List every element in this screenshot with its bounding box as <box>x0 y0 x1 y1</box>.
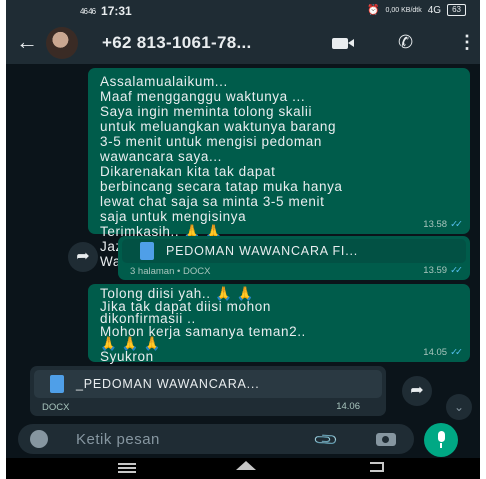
attach-icon[interactable]: 📎 <box>312 426 340 454</box>
document-meta: DOCX <box>42 402 70 413</box>
document-icon <box>140 242 154 260</box>
mic-button[interactable] <box>424 423 458 457</box>
message-time: 13.59 ✓✓ <box>423 265 463 276</box>
clock: 17:31 <box>101 4 132 18</box>
document-bubble-2[interactable]: _PEDOMAN WAWANCARA... DOCX 14.06 <box>30 366 386 416</box>
document-bubble-1[interactable]: PEDOMAN WAWANCARA FI... 3 halaman • DOCX… <box>118 236 470 280</box>
network-speed: 0,00 KB/dtk <box>385 6 422 14</box>
document-icon <box>50 375 64 393</box>
message-input[interactable]: Ketik pesan 📎 <box>18 424 414 454</box>
document-name: PEDOMAN WAWANCARA FI... <box>166 244 359 258</box>
battery-indicator: 63 <box>447 4 466 16</box>
read-ticks-icon: ✓✓ <box>450 265 463 276</box>
message-time: 14.06 <box>336 401 360 412</box>
network-type: 4G <box>427 4 442 16</box>
document-name: _PEDOMAN WAWANCARA... <box>76 377 260 391</box>
chat-header: ← +62 813-1061-78... ✆ ⋮ <box>6 22 480 64</box>
more-vert-icon[interactable]: ⋮ <box>458 32 476 53</box>
message-bubble-1[interactable]: Assalamualaikum... Maaf mengganggu waktu… <box>88 68 470 269</box>
recent-apps-icon[interactable] <box>118 463 136 473</box>
contact-name[interactable]: +62 813-1061-78... <box>102 33 252 53</box>
forward-icon[interactable]: ➦ <box>68 242 98 272</box>
message-time: 14.05 ✓✓ <box>423 347 463 358</box>
system-nav-bar <box>6 458 480 479</box>
alarm-icon: ⏰ <box>367 4 380 16</box>
message-bubble-2[interactable]: Tolong diisi yah.. 🙏 🙏 Jika tak dapat di… <box>88 284 470 364</box>
video-call-icon[interactable] <box>332 38 348 49</box>
document-card[interactable]: _PEDOMAN WAWANCARA... <box>34 370 382 398</box>
signal-indicator: 46 46 <box>80 6 96 16</box>
document-meta: 3 halaman • DOCX <box>130 266 211 277</box>
phone-screen: 46 46 17:31 ⏰ 0,00 KB/dtk 4G 63 ← +62 81… <box>6 0 480 479</box>
avatar[interactable] <box>46 27 78 59</box>
message-text: Tolong diisi yah.. 🙏 🙏 Jika tak dapat di… <box>100 286 306 364</box>
back-icon[interactable] <box>370 462 384 472</box>
phone-icon[interactable]: ✆ <box>398 32 413 53</box>
read-ticks-icon: ✓✓ <box>450 347 463 358</box>
message-time: 13.58 ✓✓ <box>423 219 463 230</box>
chat-area[interactable]: Assalamualaikum... Maaf mengganggu waktu… <box>6 64 480 420</box>
scroll-down-icon[interactable]: ⌄ <box>446 394 472 420</box>
composer: Ketik pesan 📎 <box>6 420 480 458</box>
mic-icon <box>438 431 445 448</box>
read-ticks-icon: ✓✓ <box>450 219 463 230</box>
camera-icon[interactable] <box>376 433 396 446</box>
document-card[interactable]: PEDOMAN WAWANCARA FI... <box>122 239 466 263</box>
arrow-left-icon[interactable]: ← <box>16 30 38 54</box>
forward-icon[interactable]: ➦ <box>402 376 432 406</box>
status-bar: 46 46 17:31 ⏰ 0,00 KB/dtk 4G 63 <box>6 0 480 22</box>
message-placeholder: Ketik pesan <box>76 431 160 448</box>
emoji-icon[interactable] <box>30 430 48 448</box>
home-icon[interactable] <box>236 461 256 470</box>
